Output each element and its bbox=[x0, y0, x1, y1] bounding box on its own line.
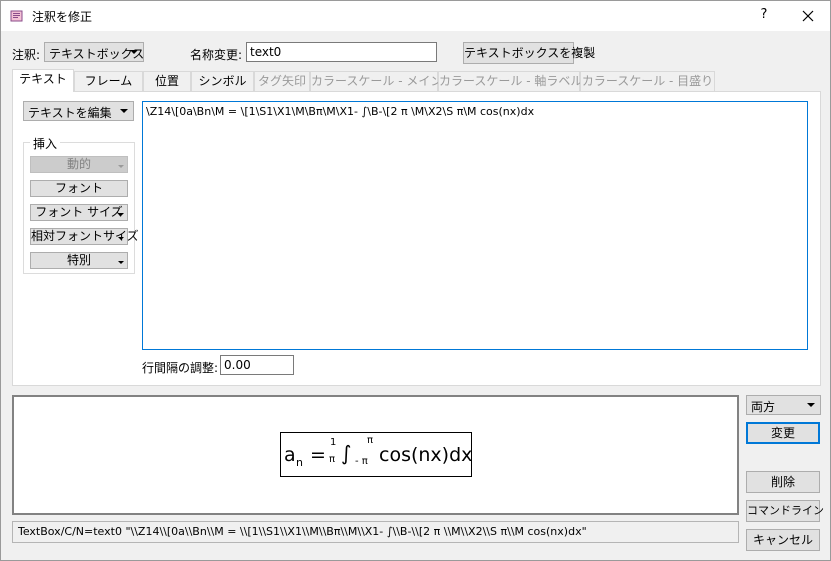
insert-special-button[interactable]: 特別 bbox=[30, 252, 128, 269]
duplicate-textbox-button[interactable]: テキストボックスを複製 bbox=[463, 42, 595, 64]
insert-font-size-label: フォント サイズ bbox=[35, 205, 123, 219]
command-text: TextBox/C/N=text0 "\\Z14\\[0a\\Bn\\M = \… bbox=[18, 525, 587, 538]
insert-relative-font-size-label: 相対フォントサイズ bbox=[31, 229, 139, 243]
line-spacing-value: 0.00 bbox=[224, 358, 251, 372]
insert-special-label: 特別 bbox=[66, 253, 91, 267]
insert-relative-font-size-button[interactable]: 相対フォントサイズ bbox=[30, 228, 139, 245]
formula-upper-limit: π bbox=[367, 435, 374, 446]
chevron-down-icon bbox=[807, 403, 815, 407]
title-bar: 注釈を修正 ? bbox=[1, 1, 830, 31]
chevron-down-icon bbox=[118, 165, 124, 168]
formula-lower-limit: - π bbox=[355, 456, 368, 467]
help-button[interactable]: ? bbox=[756, 7, 772, 22]
rename-label: 名称変更: bbox=[190, 48, 243, 62]
annotation-type-select[interactable]: テキストボックス bbox=[44, 42, 144, 62]
name-input[interactable]: text0 bbox=[246, 42, 437, 62]
formula-denominator: π bbox=[329, 454, 336, 465]
delete-button[interactable]: 削除 bbox=[746, 471, 820, 493]
insert-font-size-button[interactable]: フォント サイズ bbox=[30, 204, 128, 221]
insert-font-button[interactable]: フォント bbox=[30, 180, 128, 197]
insert-group-title: 挿入 bbox=[30, 135, 61, 152]
cancel-button[interactable]: キャンセル bbox=[746, 529, 820, 551]
tab-symbol[interactable]: シンボル bbox=[191, 71, 254, 91]
tab-colorscale-main[interactable]: カラースケール - メイン bbox=[310, 71, 442, 91]
mode-select[interactable]: 両方 bbox=[746, 395, 821, 415]
mode-select-value: 両方 bbox=[751, 400, 776, 414]
chevron-down-icon bbox=[118, 237, 124, 240]
line-spacing-label: 行間隔の調整: bbox=[142, 361, 219, 375]
text-editor-content: \Z14\[0a\Bn\M = \[1\S1\X1\M\Bπ\M\X1- ∫\B… bbox=[146, 105, 535, 118]
chevron-down-icon bbox=[118, 213, 124, 216]
tab-frame[interactable]: フレーム bbox=[74, 71, 143, 91]
formula-integral: ∫ bbox=[341, 441, 352, 465]
formula-a: a bbox=[284, 444, 296, 466]
line-spacing-input[interactable]: 0.00 bbox=[220, 355, 294, 375]
preview-pane: a n = 1 π ∫ - π π cos(nx)dx bbox=[12, 395, 739, 515]
formula-equals: = bbox=[310, 444, 326, 466]
command-status-bar: TextBox/C/N=text0 "\\Z14\\[0a\\Bn\\M = \… bbox=[12, 521, 739, 543]
edit-text-menu-label: テキストを編集 bbox=[28, 106, 112, 120]
formula-preview: a n = 1 π ∫ - π π cos(nx)dx bbox=[280, 432, 472, 477]
dialog-window: 注釈を修正 ? 注釈: テキストボックス 名称変更: text0 テキストボック… bbox=[0, 0, 831, 561]
tab-colorscale-ticks[interactable]: カラースケール - 目盛り bbox=[580, 71, 715, 91]
tab-text[interactable]: テキスト bbox=[12, 69, 74, 92]
annotation-label: 注釈: bbox=[12, 48, 41, 62]
change-button[interactable]: 変更 bbox=[746, 422, 820, 444]
tab-colorscale-axis-label[interactable]: カラースケール - 軸ラベル bbox=[438, 71, 582, 91]
window-title: 注釈を修正 bbox=[32, 10, 93, 24]
edit-text-menu[interactable]: テキストを編集 bbox=[23, 101, 134, 121]
text-editor[interactable]: \Z14\[0a\Bn\M = \[1\S1\X1\M\Bπ\M\X1- ∫\B… bbox=[142, 101, 808, 350]
formula-numerator: 1 bbox=[330, 437, 337, 448]
formula-sub-n: n bbox=[296, 456, 303, 469]
close-icon[interactable] bbox=[797, 5, 819, 27]
app-icon bbox=[10, 10, 23, 22]
chevron-down-icon bbox=[118, 261, 124, 264]
tab-tag-arrow[interactable]: タグ矢印 bbox=[254, 71, 310, 91]
insert-dynamic-button[interactable]: 動的 bbox=[30, 156, 128, 173]
formula-tail: cos(nx)dx bbox=[379, 444, 473, 466]
tab-position[interactable]: 位置 bbox=[143, 71, 191, 91]
chevron-down-icon bbox=[120, 109, 128, 113]
insert-dynamic-label: 動的 bbox=[66, 157, 91, 171]
name-input-value: text0 bbox=[250, 45, 282, 59]
chevron-down-icon bbox=[130, 50, 138, 54]
command-line-button[interactable]: コマンドライン bbox=[746, 500, 824, 522]
